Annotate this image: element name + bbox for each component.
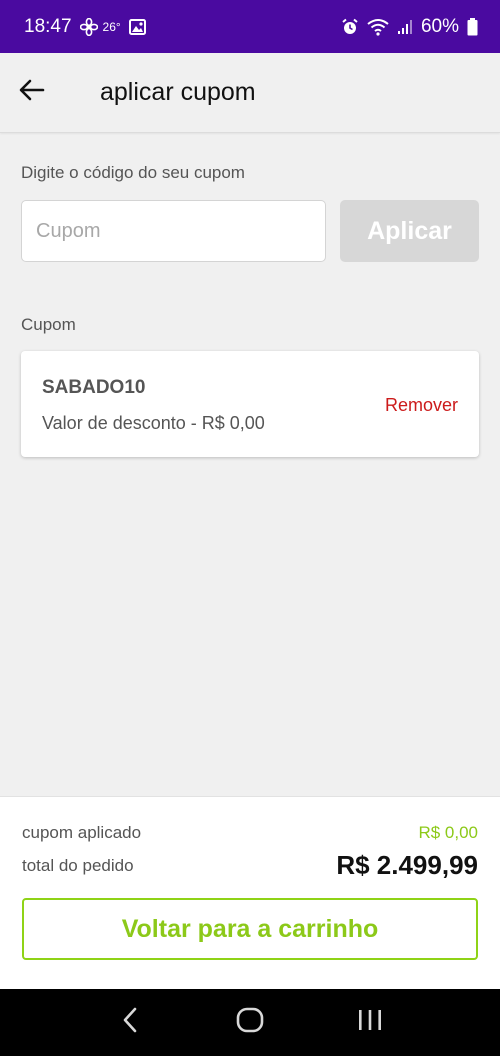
battery-percent: 60%	[420, 15, 459, 37]
remove-coupon-button[interactable]: Remover	[385, 395, 458, 416]
apply-button[interactable]: Aplicar	[340, 200, 479, 262]
app-bar: aplicar cupom	[0, 53, 500, 133]
order-total-row: total do pedido R$ 2.499,99	[22, 850, 478, 881]
app-screen: 18:47 26° 60% aplicar cupom Digite o cód…	[0, 0, 500, 1056]
wifi-icon	[367, 18, 389, 36]
coupon-section-label: Cupom	[21, 315, 76, 334]
coupon-input[interactable]	[21, 200, 326, 262]
status-temperature: 26°	[102, 19, 121, 34]
page-title: aplicar cupom	[100, 78, 256, 106]
alarm-icon	[341, 18, 359, 36]
status-time: 18:47	[24, 15, 72, 37]
applied-coupon-label: cupom aplicado	[22, 823, 142, 842]
signal-icon	[397, 19, 413, 35]
nav-recent-apps-button[interactable]	[340, 993, 400, 1053]
order-total-label: total do pedido	[22, 855, 134, 875]
coupon-discount-text: Valor de desconto - R$ 0,00	[42, 413, 265, 433]
order-total-value: R$ 2.499,99	[336, 850, 478, 880]
applied-coupon-card: SABADO10 Valor de desconto - R$ 0,00 Rem…	[21, 351, 479, 457]
back-to-cart-button[interactable]: Voltar para a carrinho	[22, 898, 478, 960]
coupon-prompt-label: Digite o código do seu cupom	[21, 163, 245, 182]
back-button[interactable]	[2, 63, 62, 123]
status-left: 18:47 26°	[24, 16, 146, 38]
coupon-code: SABADO10	[42, 377, 146, 398]
battery-icon	[467, 17, 478, 36]
status-right: 60%	[341, 16, 478, 38]
image-icon	[128, 18, 146, 35]
nav-back-button[interactable]	[100, 993, 160, 1053]
status-bar: 18:47 26° 60%	[0, 0, 500, 53]
home-icon	[236, 1007, 264, 1038]
recent-apps-icon	[357, 1008, 383, 1037]
order-summary-panel: cupom aplicado R$ 0,00 total do pedido R…	[0, 796, 500, 990]
back-icon	[122, 1007, 138, 1038]
applied-coupon-value: R$ 0,00	[418, 823, 478, 842]
fan-icon	[79, 17, 98, 36]
applied-coupon-row: cupom aplicado R$ 0,00	[22, 823, 478, 843]
nav-home-button[interactable]	[220, 993, 280, 1053]
arrow-left-icon	[19, 79, 45, 106]
system-navigation-bar	[0, 989, 500, 1056]
